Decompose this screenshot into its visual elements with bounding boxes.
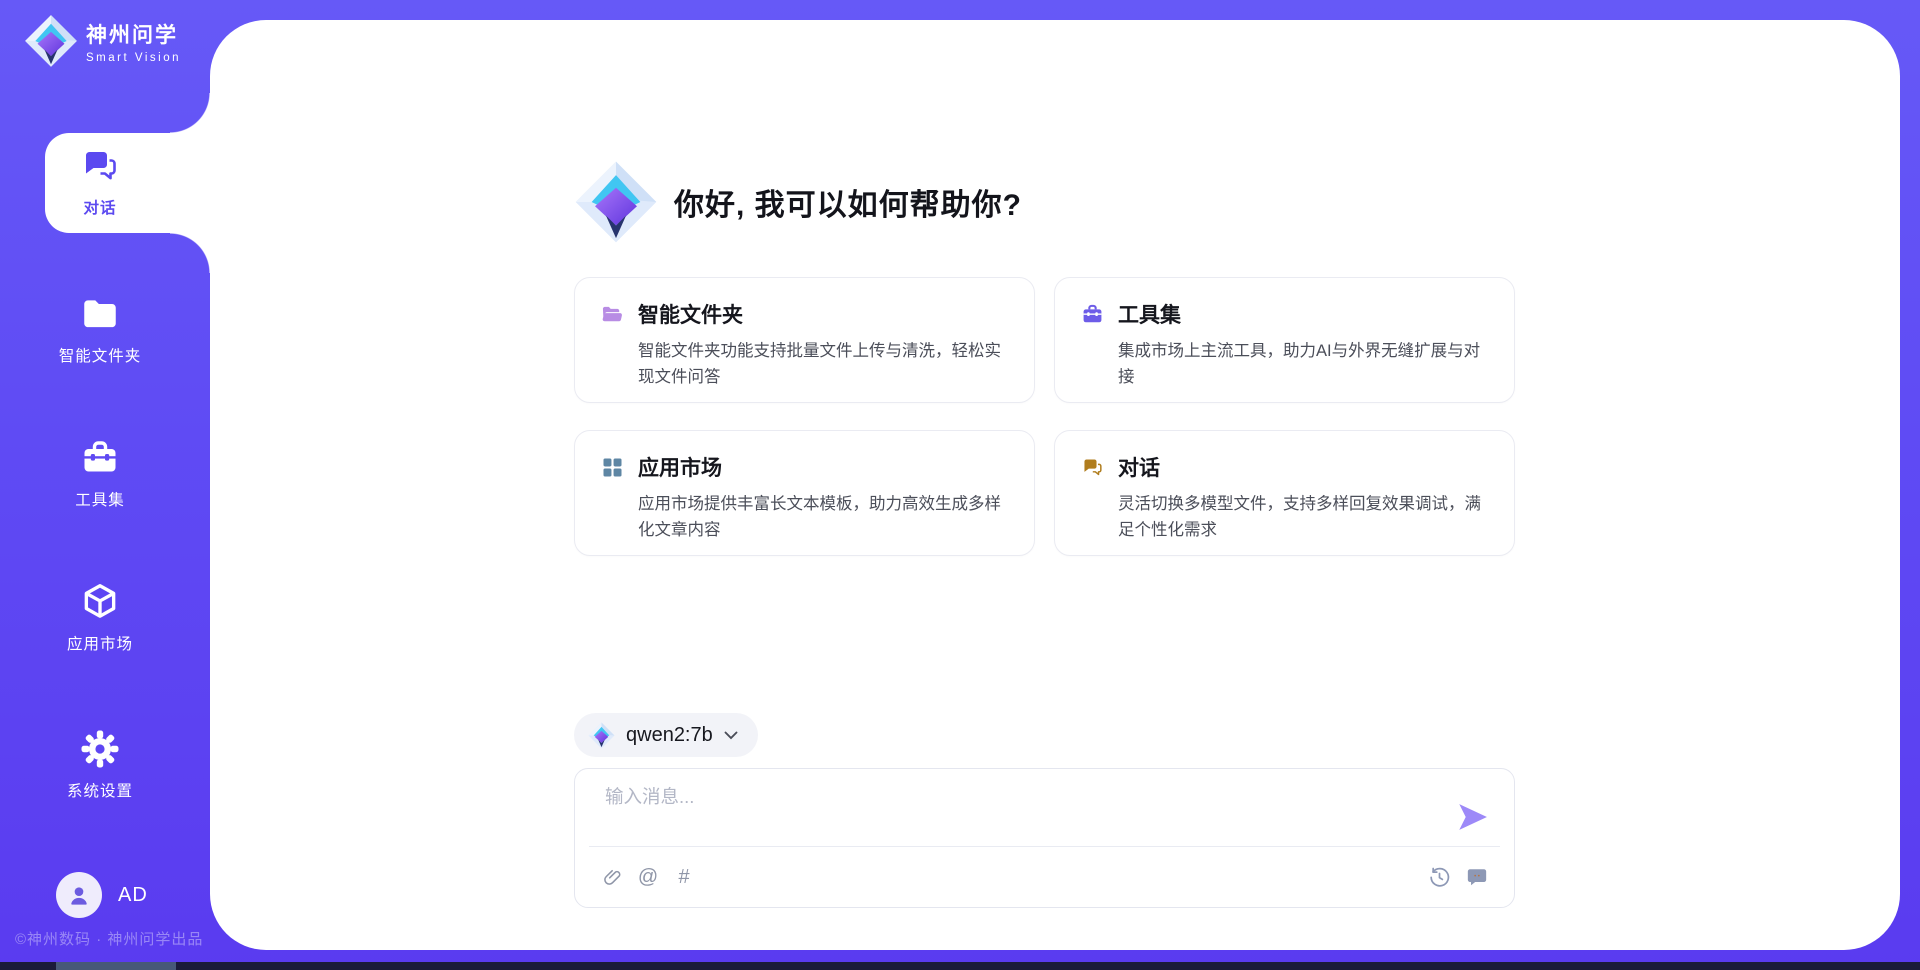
sidebar-item-toolset[interactable]: 工具集 [0,437,200,510]
card-description: 智能文件夹功能支持批量文件上传与清洗，轻松实现文件问答 [638,339,1008,390]
feedback-chat-icon[interactable] [1464,864,1490,890]
card-chat[interactable]: 对话 灵活切换多模型文件，支持多样回复效果调试，满足个性化需求 [1054,430,1515,556]
person-icon [65,881,93,909]
greeting-gem-icon [574,160,658,244]
apps-grid-icon [601,456,624,479]
toolbox-icon [79,437,121,479]
sidebar-item-chat[interactable]: 对话 [0,145,200,218]
card-toolset[interactable]: 工具集 集成市场上主流工具，助力AI与外界无缝扩展与对接 [1054,277,1515,403]
chat-bubbles-icon [1081,456,1104,479]
card-description: 集成市场上主流工具，助力AI与外界无缝扩展与对接 [1118,339,1488,390]
sidebar: 神州问学 Smart Vision 对话 智能文件夹 [0,0,210,970]
sidebar-item-app-market[interactable]: 应用市场 [0,581,200,654]
greeting-text: 你好, 我可以如何帮助你? [674,180,1022,224]
sidebar-item-label: 应用市场 [67,632,133,654]
app-root: { "brand": { "logo_title": "神州问学", "logo… [0,0,1920,970]
model-name: qwen2:7b [626,724,713,747]
card-description: 灵活切换多模型文件，支持多样回复效果调试，满足个性化需求 [1118,492,1488,543]
send-icon[interactable] [1458,803,1488,831]
sidebar-item-settings[interactable]: 系统设置 [0,728,200,801]
sidebar-item-smart-folder[interactable]: 智能文件夹 [0,293,200,366]
attachment-icon[interactable] [599,864,625,890]
card-title: 工具集 [1118,299,1181,329]
card-title: 应用市场 [638,452,722,482]
model-selector[interactable]: qwen2:7b [574,713,758,757]
sidebar-item-label: 系统设置 [67,779,133,801]
sidebar-item-label: 工具集 [75,488,125,510]
cube-icon [79,581,121,623]
brand-title: 神州问学 [86,19,181,49]
mention-icon[interactable]: @ [635,864,661,890]
card-title: 对话 [1118,452,1160,482]
message-composer: @ # [574,768,1515,908]
brand-gem-icon [24,14,78,68]
card-app-market[interactable]: 应用市场 应用市场提供丰富长文本模板，助力高效生成多样化文章内容 [574,430,1035,556]
feature-cards: 智能文件夹 智能文件夹功能支持批量文件上传与清洗，轻松实现文件问答 工具集 集成… [574,277,1515,556]
user-name: AD [118,884,148,907]
folder-icon [79,293,121,335]
user-account[interactable]: AD [56,872,148,918]
avatar [56,872,102,918]
card-smart-folder[interactable]: 智能文件夹 智能文件夹功能支持批量文件上传与清洗，轻松实现文件问答 [574,277,1035,403]
sidebar-item-label: 智能文件夹 [59,344,142,366]
brand-logo: 神州问学 Smart Vision [24,14,181,68]
gear-icon [79,728,121,770]
history-icon[interactable] [1426,864,1452,890]
chevron-down-icon [724,731,738,740]
footer-credit: ©神州数码 · 神州问学出品 [15,928,203,949]
sidebar-item-label: 对话 [83,196,116,218]
card-title: 智能文件夹 [638,299,743,329]
toolbox-icon [1081,303,1104,326]
greeting: 你好, 我可以如何帮助你? [574,160,1022,244]
brand-subtitle: Smart Vision [86,52,181,64]
message-input[interactable] [605,783,1435,841]
chat-bubbles-icon [79,145,121,187]
hashtag-icon[interactable]: # [671,864,697,890]
composer-toolbar: @ # [599,847,1490,907]
card-description: 应用市场提供丰富长文本模板，助力高效生成多样化文章内容 [638,492,1008,543]
bottom-edge-strip [0,962,1920,970]
model-gem-icon [588,722,615,749]
folder-open-icon [601,303,624,326]
main-panel: 你好, 我可以如何帮助你? 智能文件夹 智能文件夹功能支持批量文件上传与清洗，轻… [210,20,1900,950]
